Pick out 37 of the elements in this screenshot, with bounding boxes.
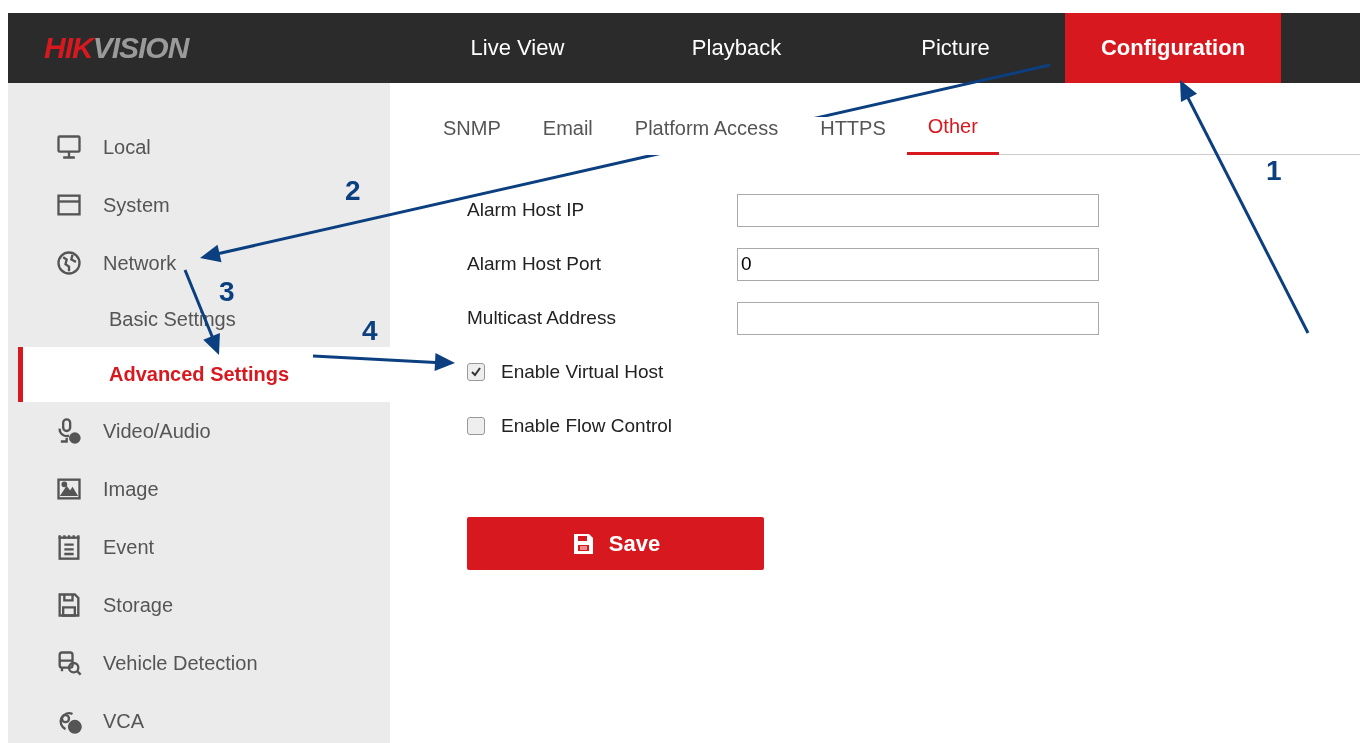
sidebar-item[interactable]: Storage bbox=[103, 593, 174, 617]
sidebar-item[interactable]: Event bbox=[103, 535, 155, 559]
nav-tab[interactable]: Configuration bbox=[1065, 13, 1281, 83]
sidebar-item[interactable]: System bbox=[103, 193, 170, 217]
sidebar-item[interactable]: Vehicle Detection bbox=[103, 651, 258, 675]
step-number: 3 bbox=[219, 276, 235, 308]
nav-tab[interactable]: Playback bbox=[627, 13, 846, 83]
nav-tab[interactable]: Picture bbox=[846, 13, 1065, 83]
globe-icon bbox=[55, 249, 83, 277]
checkbox[interactable] bbox=[467, 417, 485, 435]
tab[interactable]: HTTPS bbox=[799, 117, 907, 155]
sidebar-subitem[interactable]: Advanced Settings bbox=[18, 347, 390, 402]
monitor-icon bbox=[55, 133, 83, 161]
checkbox-label: Enable Flow Control bbox=[501, 415, 673, 437]
logo: HIKVISION bbox=[43, 31, 191, 65]
checkbox-label: Enable Virtual Host bbox=[501, 361, 664, 383]
checkbox[interactable] bbox=[467, 363, 485, 381]
field-label: Alarm Host Port bbox=[467, 253, 603, 275]
input-field[interactable]: 0 bbox=[737, 247, 1099, 281]
nav-tab[interactable]: Live View bbox=[408, 13, 627, 83]
save-button[interactable]: Save bbox=[467, 517, 764, 570]
input-field[interactable] bbox=[737, 193, 1099, 227]
step-number: 4 bbox=[362, 315, 378, 347]
field-label: Alarm Host IP bbox=[467, 199, 586, 221]
sidebar-item[interactable]: VCA bbox=[103, 709, 145, 733]
tab[interactable]: Other bbox=[906, 115, 999, 155]
step-number: 1 bbox=[1266, 155, 1282, 187]
sidebar-item[interactable]: Local bbox=[103, 135, 151, 159]
sidebar-item[interactable]: Network bbox=[103, 251, 177, 275]
sidebar-item[interactable]: Image bbox=[103, 477, 159, 501]
tab[interactable]: Email bbox=[521, 117, 614, 155]
input-field[interactable] bbox=[737, 301, 1099, 335]
step-number: 2 bbox=[345, 175, 361, 207]
sidebar-item[interactable]: Video/Audio bbox=[103, 419, 211, 443]
tab[interactable]: Platform Access bbox=[613, 117, 800, 155]
check-icon bbox=[470, 366, 482, 378]
field-label: Multicast Address bbox=[467, 307, 617, 329]
